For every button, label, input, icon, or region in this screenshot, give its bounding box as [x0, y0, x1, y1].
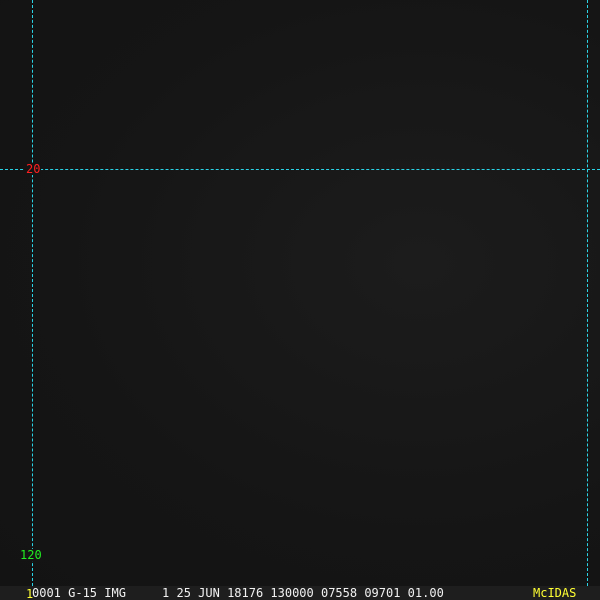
image-info-text: 0001 G-15 IMG 1 25 JUN 18176 130000 0755…	[32, 586, 444, 600]
longitude-label: 120	[20, 548, 42, 562]
status-bar: 1 0001 G-15 IMG 1 25 JUN 18176 130000 07…	[0, 586, 600, 600]
longitude-grid-line	[587, 0, 588, 586]
mcidas-brand: McIDAS	[533, 586, 577, 600]
latitude-label: 20	[25, 162, 42, 176]
longitude-grid-line	[32, 0, 33, 586]
satellite-image-viewer: 20 120 1 0001 G-15 IMG 1 25 JUN 18176 13…	[0, 0, 600, 600]
satellite-image[interactable]	[0, 0, 600, 586]
latitude-grid-line	[0, 169, 600, 170]
